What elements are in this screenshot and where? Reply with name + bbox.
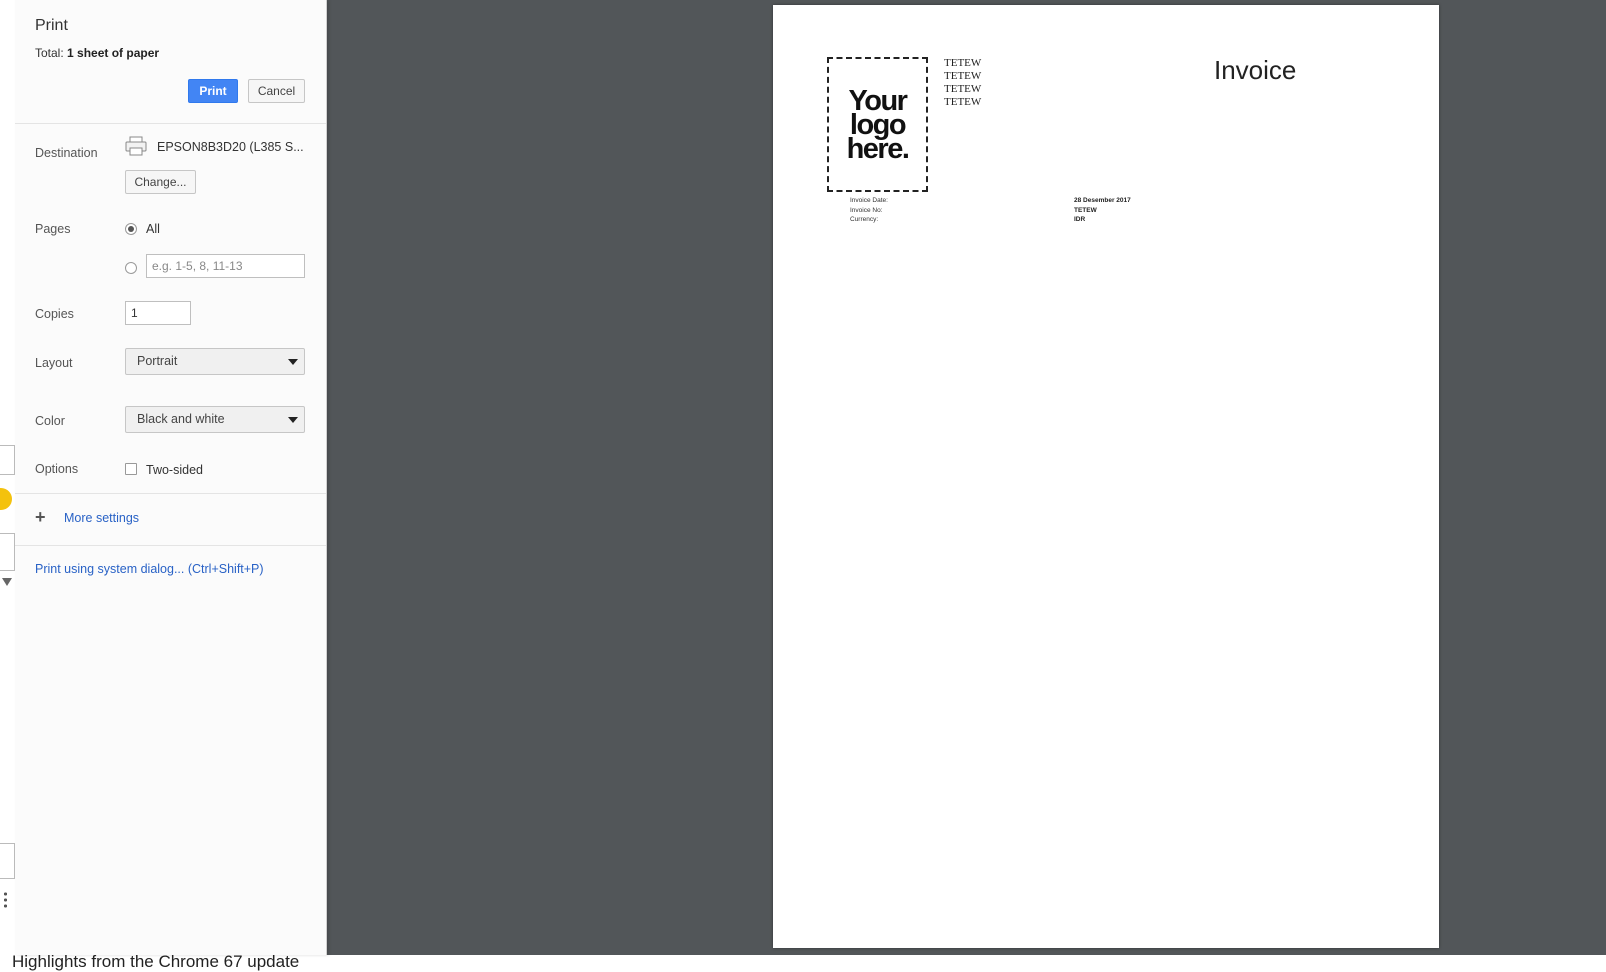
print-settings-sidebar: Print Total: 1 sheet of paper Print Canc… (15, 0, 327, 955)
pages-all-label: All (146, 222, 160, 236)
print-button[interactable]: Print (188, 79, 238, 103)
background-arrow-fragment (0, 573, 14, 593)
sheet-total-value: 1 sheet of paper (67, 46, 160, 60)
background-menu-fragment (0, 885, 14, 913)
pages-range-radio[interactable] (125, 262, 137, 274)
color-select[interactable]: Black and white (125, 406, 305, 433)
more-settings-divider (15, 545, 326, 546)
print-preview-area: Your logo here. TETEW TETEW TETEW TETEW … (327, 0, 1606, 955)
meta-value: IDR (1074, 216, 1086, 223)
two-sided-checkbox[interactable] (125, 463, 137, 475)
logo-text: Your logo here. (846, 84, 910, 165)
company-line: TETEW (944, 57, 982, 69)
preview-page: Your logo here. TETEW TETEW TETEW TETEW … (773, 5, 1439, 948)
background-search-fragment (0, 843, 15, 879)
meta-label: Invoice Date: (850, 197, 888, 204)
dialog-title: Print (35, 17, 68, 34)
chevron-down-icon (288, 359, 298, 365)
header-divider (15, 123, 326, 124)
background-text-fragment (0, 533, 15, 571)
layout-select[interactable]: Portrait (125, 348, 305, 375)
layout-select-value: Portrait (137, 354, 178, 368)
invoice-meta-values: 28 Desember 2017 TETEW IDR (1074, 196, 1131, 225)
meta-label: Invoice No: (850, 206, 883, 214)
pages-label: Pages (35, 222, 71, 236)
color-label: Color (35, 414, 65, 428)
system-dialog-link[interactable]: Print using system dialog... (Ctrl+Shift… (35, 562, 264, 576)
destination-label: Destination (35, 146, 98, 160)
destination-printer-name: EPSON8B3D20 (L385 S... (157, 140, 304, 154)
company-info: TETEW TETEW TETEW TETEW (944, 57, 981, 109)
cancel-button[interactable]: Cancel (248, 79, 305, 103)
company-line: TETEW (944, 83, 982, 95)
background-toolbar-fragment (0, 445, 15, 475)
invoice-title: Invoice (1214, 55, 1297, 85)
options-divider (15, 493, 326, 494)
options-label: Options (35, 462, 79, 476)
invoice-meta-labels: Invoice Date: Invoice No: Currency: (850, 196, 888, 225)
logo-placeholder: Your logo here. (827, 57, 928, 192)
more-settings-link[interactable]: More settings (64, 511, 139, 525)
company-line: TETEW (944, 70, 982, 82)
background-page-strip (0, 445, 16, 955)
sheet-total-prefix: Total: (35, 46, 68, 60)
layout-label: Layout (35, 356, 73, 370)
printer-icon (125, 136, 147, 156)
two-sided-label: Two-sided (146, 463, 203, 477)
copies-input[interactable] (125, 301, 191, 325)
pages-all-radio[interactable] (125, 223, 137, 235)
pages-range-input[interactable] (146, 254, 305, 278)
meta-value: TETEW (1074, 206, 1097, 214)
background-badge-fragment (0, 485, 14, 513)
meta-label: Currency: (850, 216, 879, 223)
color-select-value: Black and white (137, 412, 225, 426)
chevron-down-icon (288, 417, 298, 423)
sheet-total: Total: 1 sheet of paper (35, 46, 159, 60)
change-destination-button[interactable]: Change... (125, 170, 196, 194)
copies-label: Copies (35, 307, 74, 321)
company-line: TETEW (944, 96, 982, 108)
background-caption: Highlights from the Chrome 67 update (12, 952, 300, 971)
plus-icon[interactable]: + (35, 508, 46, 526)
meta-value: 28 Desember 2017 (1074, 197, 1131, 204)
